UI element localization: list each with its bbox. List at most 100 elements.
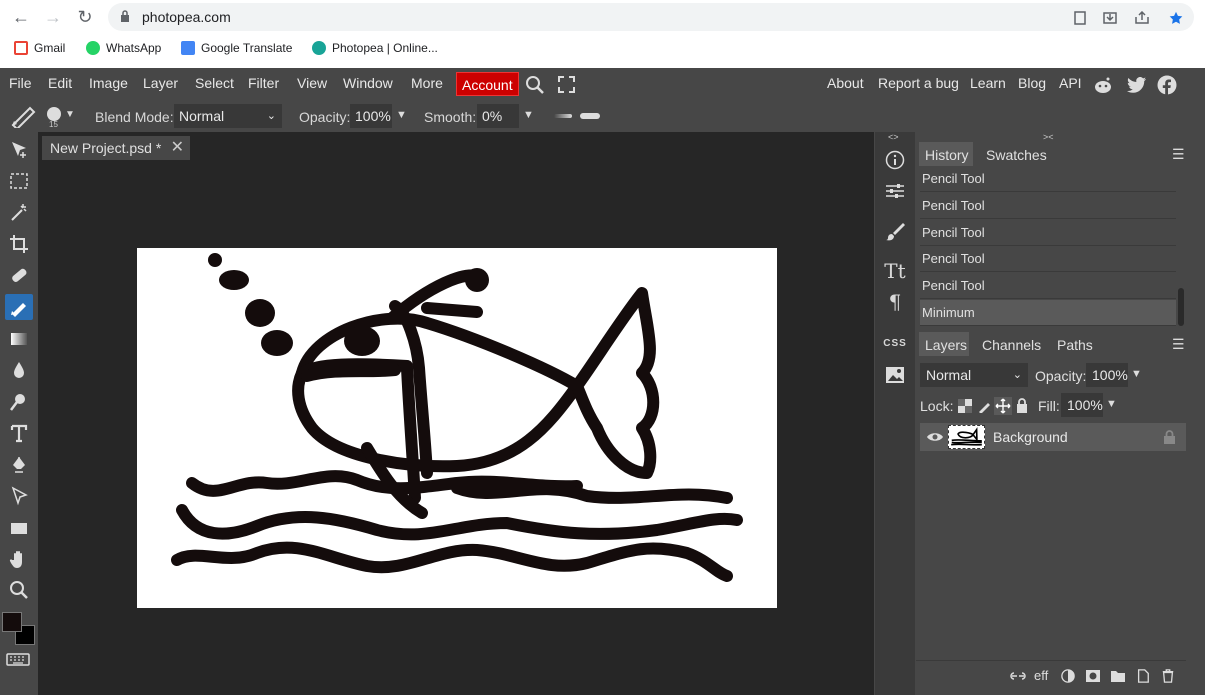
- panel-expand-icon[interactable]: ><: [1043, 132, 1054, 142]
- layers-menu-icon[interactable]: ☰: [1172, 336, 1185, 353]
- fish-drawing-canvas[interactable]: [137, 248, 777, 608]
- dodge-tool[interactable]: [5, 389, 33, 415]
- layer-row-background[interactable]: Background: [920, 423, 1186, 451]
- menu-learn[interactable]: Learn: [970, 75, 1006, 91]
- fill-dropdown-icon[interactable]: ▼: [1106, 398, 1117, 410]
- direct-select-tool[interactable]: [5, 483, 33, 509]
- clipboard-icon[interactable]: [1072, 11, 1088, 25]
- layer-blend-select[interactable]: Normal ⌄: [920, 363, 1028, 387]
- eye-icon[interactable]: [926, 431, 944, 443]
- shape-tool[interactable]: [5, 515, 33, 541]
- twitter-icon[interactable]: [1127, 77, 1147, 93]
- adjustment-layer-icon[interactable]: [1060, 669, 1076, 683]
- character-panel-button[interactable]: Tt: [875, 256, 915, 286]
- back-icon[interactable]: ←: [10, 6, 32, 28]
- history-item[interactable]: Pencil Tool: [920, 246, 1176, 272]
- account-button[interactable]: Account: [456, 72, 519, 96]
- lock-transparency-icon[interactable]: [958, 399, 972, 413]
- bookmark-google-translate[interactable]: Google Translate: [181, 41, 292, 55]
- trash-icon[interactable]: [1160, 669, 1176, 683]
- tab-channels[interactable]: Channels: [982, 337, 1041, 353]
- magic-wand-tool[interactable]: [5, 199, 33, 225]
- menu-image[interactable]: Image: [89, 75, 128, 91]
- bookmark-whatsapp[interactable]: WhatsApp: [86, 41, 161, 55]
- pencil-tool[interactable]: [5, 294, 33, 320]
- pressure-icon[interactable]: [552, 110, 602, 122]
- forward-icon[interactable]: →: [42, 6, 64, 28]
- layer-opacity-input[interactable]: 100%: [1086, 363, 1128, 387]
- blur-tool[interactable]: [5, 357, 33, 383]
- crop-tool[interactable]: [5, 231, 33, 257]
- brush-dropdown-icon[interactable]: ▼: [65, 109, 75, 120]
- mask-icon[interactable]: [1085, 669, 1101, 683]
- history-item-selected[interactable]: Minimum: [920, 300, 1176, 326]
- menu-window[interactable]: Window: [343, 75, 393, 91]
- gradient-tool[interactable]: [5, 326, 33, 352]
- paragraph-panel-button[interactable]: ¶: [875, 287, 915, 317]
- pencil-tool-preset-icon[interactable]: [10, 106, 40, 128]
- address-bar[interactable]: photopea.com: [108, 3, 1194, 31]
- menu-layer[interactable]: Layer: [143, 75, 178, 91]
- menu-report-bug[interactable]: Report a bug: [878, 75, 959, 91]
- tab-paths[interactable]: Paths: [1057, 337, 1093, 353]
- history-scrollbar[interactable]: [1178, 288, 1184, 326]
- smooth-input[interactable]: 0%: [477, 104, 519, 128]
- hand-tool[interactable]: [5, 546, 33, 572]
- brush-panel-button[interactable]: [875, 216, 915, 246]
- menu-api[interactable]: API: [1059, 75, 1082, 91]
- smooth-dropdown-icon[interactable]: ▼: [523, 109, 534, 121]
- bookmark-photopea[interactable]: Photopea | Online...: [312, 41, 438, 55]
- menu-view[interactable]: View: [297, 75, 327, 91]
- tab-layers[interactable]: Layers: [925, 337, 967, 353]
- share-icon[interactable]: [1134, 11, 1150, 25]
- menu-about[interactable]: About: [827, 75, 864, 91]
- zoom-tool[interactable]: [5, 577, 33, 603]
- lock-all-icon[interactable]: [1016, 398, 1028, 413]
- link-icon[interactable]: [1010, 669, 1026, 683]
- collapse-arrows-icon[interactable]: <>: [888, 132, 899, 142]
- document-tab[interactable]: New Project.psd * ✕: [42, 136, 190, 160]
- css-panel-button[interactable]: CSS: [875, 328, 915, 358]
- adjustments-panel-button[interactable]: [875, 176, 915, 206]
- menu-more[interactable]: More: [411, 75, 443, 91]
- close-icon[interactable]: ✕: [171, 136, 184, 160]
- history-item[interactable]: Pencil Tool: [920, 273, 1176, 299]
- menu-file[interactable]: File: [9, 75, 32, 91]
- history-item[interactable]: Pencil Tool: [920, 220, 1176, 246]
- folder-icon[interactable]: [1110, 669, 1126, 683]
- info-panel-button[interactable]: [875, 145, 915, 175]
- effects-button[interactable]: eff: [1034, 668, 1048, 683]
- healing-tool[interactable]: [5, 262, 33, 288]
- layer-opacity-dropdown-icon[interactable]: ▼: [1131, 368, 1142, 380]
- image-panel-button[interactable]: [875, 360, 915, 390]
- blend-mode-select[interactable]: Normal ⌄: [174, 104, 282, 128]
- lock-pixels-icon[interactable]: [978, 399, 992, 413]
- pen-tool[interactable]: [5, 452, 33, 478]
- keyboard-icon[interactable]: [6, 651, 30, 667]
- tab-swatches[interactable]: Swatches: [986, 147, 1047, 163]
- opacity-dropdown-icon[interactable]: ▼: [396, 109, 407, 121]
- install-icon[interactable]: [1102, 11, 1118, 25]
- brush-preview-icon[interactable]: [47, 107, 61, 121]
- type-tool[interactable]: [5, 420, 33, 446]
- marquee-tool[interactable]: [5, 168, 33, 194]
- move-tool[interactable]: [5, 137, 33, 163]
- fullscreen-icon[interactable]: [558, 76, 575, 93]
- bookmark-gmail[interactable]: Gmail: [14, 41, 65, 55]
- menu-blog[interactable]: Blog: [1018, 75, 1046, 91]
- menu-select[interactable]: Select: [195, 75, 234, 91]
- history-item[interactable]: Pencil Tool: [920, 193, 1176, 219]
- bookmark-star-icon[interactable]: [1168, 11, 1184, 25]
- reload-icon[interactable]: ↻: [74, 6, 96, 28]
- menu-edit[interactable]: Edit: [48, 75, 72, 91]
- menu-filter[interactable]: Filter: [248, 75, 279, 91]
- lock-position-icon[interactable]: [994, 397, 1012, 415]
- tab-history[interactable]: History: [925, 147, 969, 163]
- layer-name[interactable]: Background: [993, 429, 1068, 445]
- new-layer-icon[interactable]: [1135, 669, 1151, 683]
- fill-input[interactable]: 100%: [1061, 393, 1103, 417]
- reddit-icon[interactable]: [1093, 76, 1113, 94]
- search-icon[interactable]: [525, 75, 545, 95]
- history-menu-icon[interactable]: ☰: [1172, 146, 1185, 163]
- opacity-input[interactable]: 100%: [350, 104, 392, 128]
